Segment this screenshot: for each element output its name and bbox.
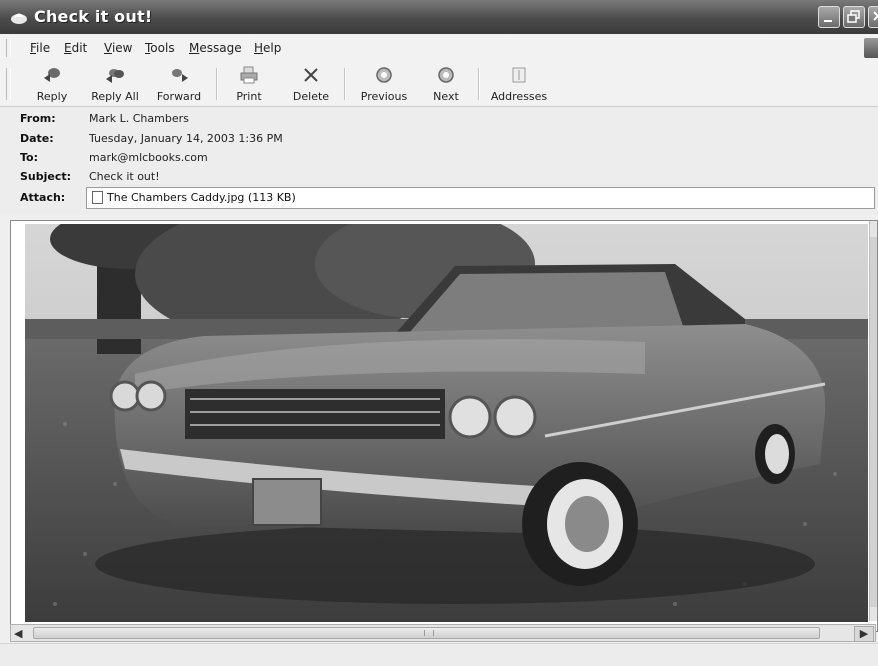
- delete-button[interactable]: Delete: [288, 64, 334, 104]
- from-label: From:: [20, 112, 56, 125]
- attachment-filename[interactable]: The Chambers Caddy.jpg (113 KB): [107, 191, 296, 204]
- horizontal-scroll-thumb[interactable]: [33, 627, 820, 639]
- to-row: To: mark@mlcbooks.com: [0, 150, 878, 168]
- restore-button[interactable]: [843, 6, 865, 28]
- date-row: Date: Tuesday, January 14, 2003 1:36 PM: [0, 131, 878, 149]
- subject-label: Subject:: [20, 170, 72, 183]
- toolbar: Reply Reply All Forward Print Delete Pre…: [0, 62, 878, 107]
- status-bar: [0, 643, 878, 666]
- menu-message[interactable]: Message: [189, 41, 242, 55]
- reply-all-button[interactable]: Reply All: [86, 64, 144, 104]
- outlook-express-icon: [10, 9, 28, 25]
- menu-tools[interactable]: Tools: [145, 41, 175, 55]
- windows-logo-icon: [864, 38, 878, 58]
- address-book-icon: [509, 66, 529, 84]
- toolbar-separator: [216, 68, 218, 100]
- subject-row: Subject: Check it out!: [0, 169, 878, 187]
- vertical-scrollbar[interactable]: [869, 221, 877, 621]
- reply-all-icon: [105, 66, 125, 84]
- next-button[interactable]: Next: [424, 64, 468, 104]
- mail-message-window: Check it out! File Edit View Tools Messa…: [0, 0, 878, 666]
- addresses-button[interactable]: Addresses: [488, 64, 550, 104]
- attach-label: Attach:: [20, 191, 66, 204]
- subject-value: Check it out!: [89, 170, 160, 183]
- menu-file[interactable]: File: [30, 41, 50, 55]
- from-value: Mark L. Chambers: [89, 112, 189, 125]
- print-button[interactable]: Print: [228, 64, 270, 104]
- printer-icon: [239, 66, 259, 84]
- reply-button[interactable]: Reply: [26, 64, 78, 104]
- to-label: To:: [20, 151, 38, 164]
- date-label: Date:: [20, 132, 54, 145]
- message-body[interactable]: [10, 220, 878, 632]
- title-bar[interactable]: Check it out!: [0, 0, 878, 34]
- attachment-field[interactable]: The Chambers Caddy.jpg (113 KB): [86, 187, 875, 209]
- horizontal-scrollbar[interactable]: ◀ ▶: [10, 624, 876, 642]
- previous-button[interactable]: Previous: [356, 64, 412, 104]
- menu-help[interactable]: Help: [254, 41, 281, 55]
- window-title: Check it out!: [34, 7, 153, 26]
- menu-bar: File Edit View Tools Message Help: [0, 34, 878, 63]
- previous-icon: [374, 66, 394, 84]
- vertical-scroll-thumb[interactable]: [870, 237, 877, 607]
- toolbar-separator: [344, 68, 346, 100]
- to-value: mark@mlcbooks.com: [89, 151, 208, 164]
- delete-x-icon: [301, 66, 321, 84]
- menu-bar-grip[interactable]: [6, 39, 11, 57]
- toolbar-grip[interactable]: [6, 68, 11, 100]
- date-value: Tuesday, January 14, 2003 1:36 PM: [89, 132, 283, 145]
- forward-icon: [169, 66, 189, 84]
- menu-edit[interactable]: Edit: [64, 41, 87, 55]
- jpg-file-icon: [92, 191, 103, 204]
- car-photo: [25, 224, 868, 622]
- forward-button[interactable]: Forward: [150, 64, 208, 104]
- next-icon: [436, 66, 456, 84]
- reply-icon: [42, 66, 62, 84]
- minimize-button[interactable]: [818, 6, 840, 28]
- menu-view[interactable]: View: [104, 41, 132, 55]
- close-button[interactable]: [868, 6, 878, 28]
- scroll-thumb-grip: [424, 630, 434, 636]
- scroll-left-arrow-icon[interactable]: ◀: [14, 627, 22, 640]
- from-row: From: Mark L. Chambers: [0, 111, 878, 129]
- scroll-right-arrow-icon[interactable]: ▶: [854, 626, 874, 642]
- toolbar-separator: [478, 68, 480, 100]
